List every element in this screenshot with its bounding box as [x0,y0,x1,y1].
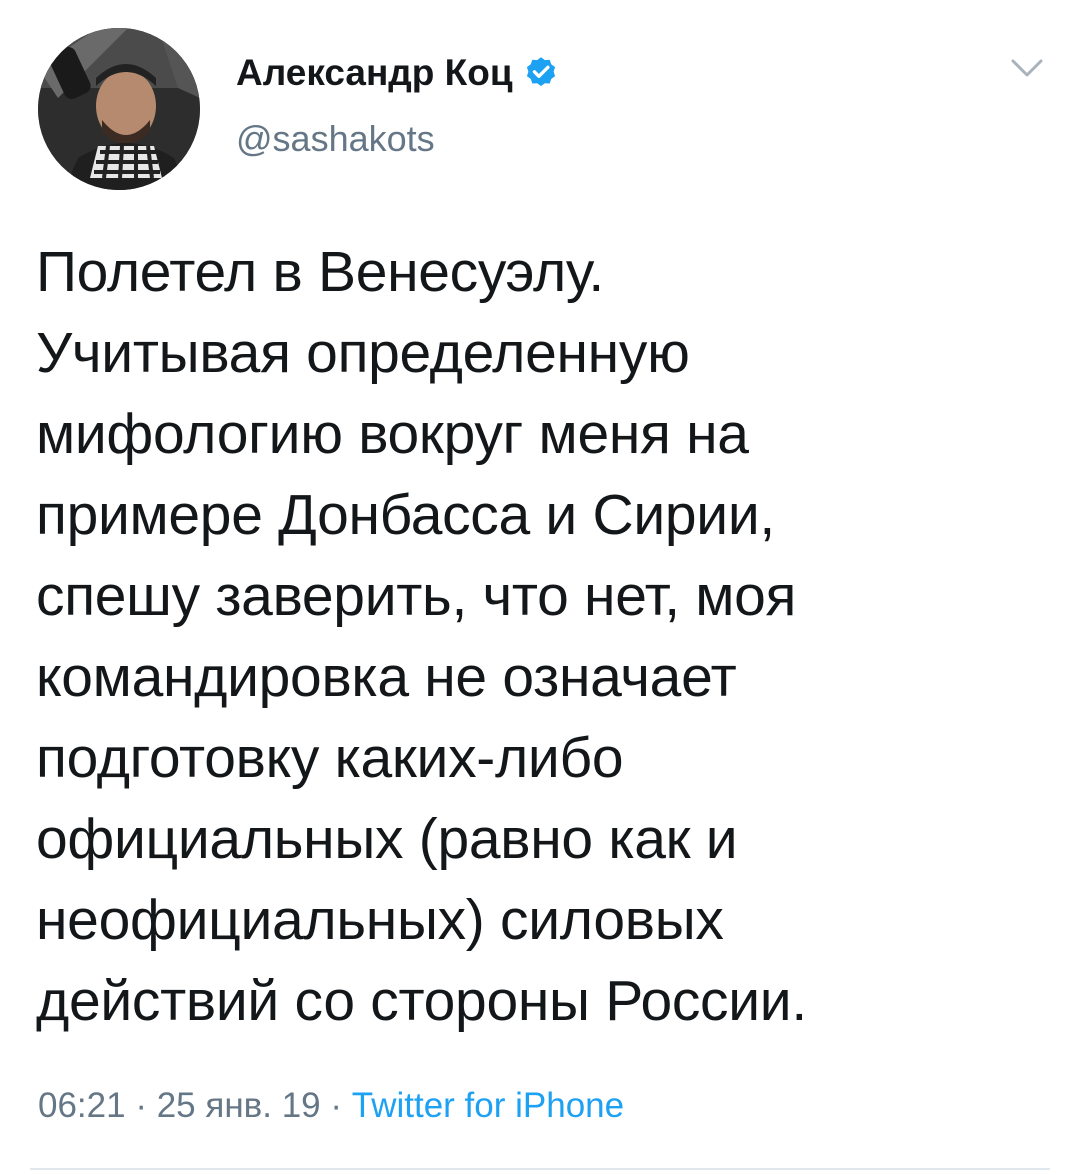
tweet-text-line: действий со стороны России. [36,969,807,1033]
tweet-text-line: командировка не означает [36,645,737,709]
tweet-text-line: подготовку каких-либо [36,726,624,790]
chevron-down-icon[interactable] [1008,54,1046,82]
tweet-text-line: примере Донбасса и Сирии, [36,483,775,547]
avatar[interactable] [38,28,200,190]
tweet-text-line: Учитывая определенную [36,321,690,385]
tweet-meta: 06:21 · 25 янв. 19 · Twitter for iPhone [38,1086,624,1126]
tweet-text-line: официальных (равно как и [36,807,738,871]
tweet-date[interactable]: 25 янв. 19 [157,1086,321,1125]
tweet-time[interactable]: 06:21 [38,1086,126,1125]
author-display-name[interactable]: Александр Коц [236,52,513,94]
author-username[interactable]: @sashakots [236,118,435,160]
tweet-text-line: спешу заверить, что нет, моя [36,564,797,628]
divider [30,1168,1050,1170]
meta-separator: · [135,1086,147,1125]
verified-badge-icon [523,55,559,91]
tweet-text-line: неофициальных) силовых [36,888,724,952]
meta-separator: · [330,1086,343,1125]
tweet-text-line: мифологию вокруг меня на [36,402,749,466]
author-name-row[interactable]: Александр Коц [236,52,559,94]
tweet-text: Полетел в Венесуэлу. Учитывая определенн… [36,232,1046,1042]
tweet-text-line: Полетел в Венесуэлу. [36,240,604,304]
tweet-source-link[interactable]: Twitter for iPhone [352,1086,624,1125]
